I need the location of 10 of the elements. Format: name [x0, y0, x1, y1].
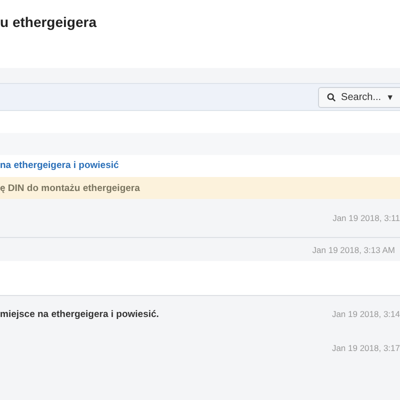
search-button[interactable]: Search... ▼ — [318, 86, 400, 108]
timestamp: Jan 19 2018, 3:17 — [332, 342, 400, 353]
timestamp: Jan 19 2018, 3:14 — [332, 309, 400, 320]
message-text: miejsce na ethergeigera i powiesić. — [0, 308, 159, 320]
topic-link[interactable]: na ethergeigera i powiesić — [0, 160, 119, 172]
timestamp: Jan 19 2018, 3:13 AM — [312, 244, 395, 255]
timestamp: Jan 19 2018, 3:11 — [332, 213, 400, 224]
page-title: u ethergeigera — [0, 14, 96, 30]
notice-text: ę DIN do montażu ethergeigera — [0, 182, 140, 194]
search-icon — [327, 92, 336, 102]
